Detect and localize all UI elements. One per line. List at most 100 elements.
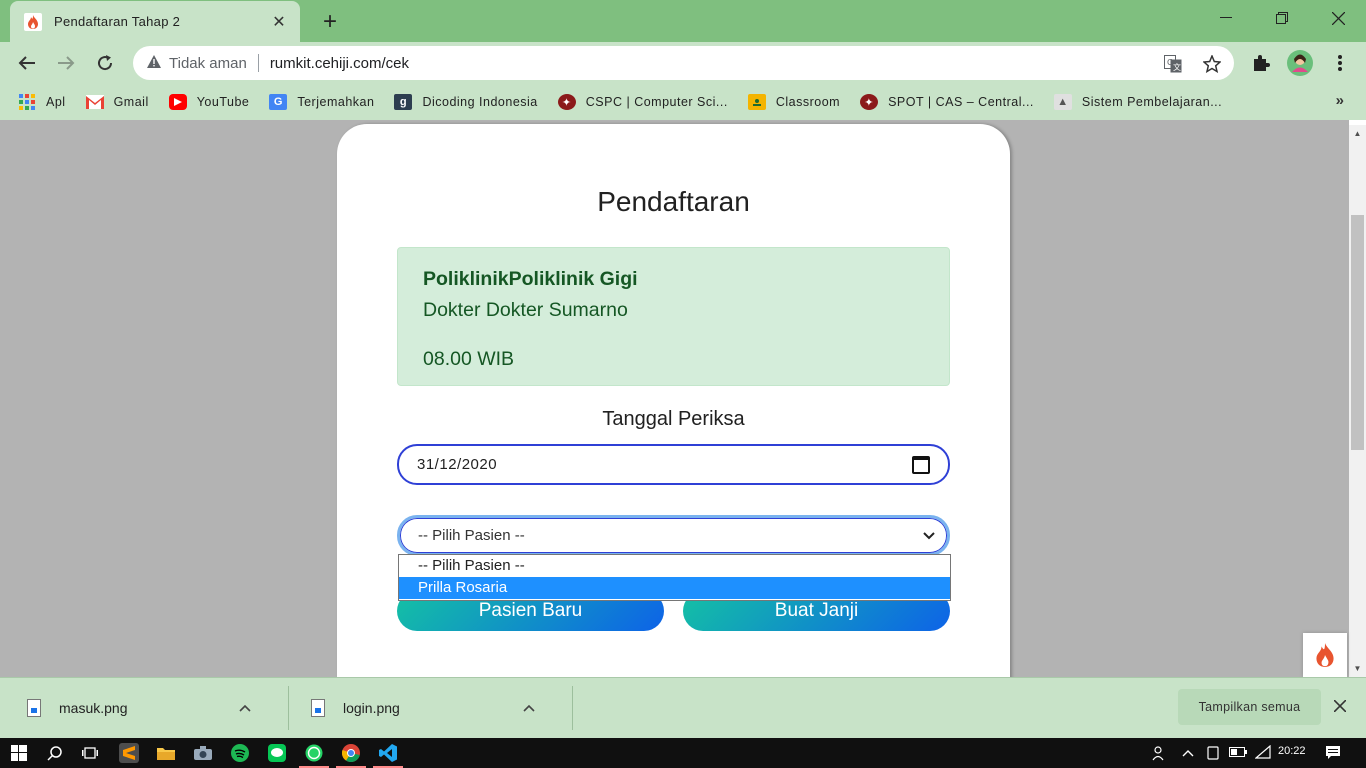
flame-favicon-icon (24, 12, 42, 31)
date-value: 31/12/2020 (417, 456, 498, 473)
chrome-icon[interactable] (341, 743, 361, 763)
taskbar-clock[interactable]: 20:22 (1278, 745, 1306, 757)
scroll-up-icon[interactable]: ▲ (1349, 125, 1366, 142)
classroom-icon (747, 94, 766, 110)
cspc-icon: ✦ (557, 94, 576, 110)
dropdown-option-highlighted[interactable]: Prilla Rosaria (399, 577, 950, 599)
whatsapp-icon[interactable] (304, 743, 324, 763)
appointment-info-box: PoliklinikPoliklinik Gigi Dokter Dokter … (397, 247, 950, 386)
reload-icon[interactable] (90, 48, 120, 78)
not-secure-label[interactable]: Tidak aman (169, 55, 247, 72)
bookmark-label: Dicoding Indonesia (422, 95, 538, 109)
chevron-down-icon (923, 529, 935, 543)
windows-taskbar: 20:22 (0, 738, 1366, 768)
bookmark-sistem[interactable]: ▲ Sistem Pembelajaran... (1053, 89, 1232, 115)
omnibox-divider (257, 54, 259, 72)
bookmark-label: Apl (46, 95, 66, 109)
sublime-text-icon[interactable] (119, 743, 139, 763)
file-explorer-icon[interactable] (156, 743, 176, 763)
bookmark-cspc[interactable]: ✦ CSPC | Computer Sci... (557, 89, 738, 115)
bookmark-apl[interactable]: Apl (18, 89, 76, 115)
address-bar[interactable]: Tidak aman rumkit.cehiji.com/cek G文 (133, 46, 1234, 80)
bookmark-youtube[interactable]: YouTube (168, 89, 260, 115)
chevron-up-icon[interactable] (239, 701, 251, 715)
patient-select[interactable]: -- Pilih Pasien -- (397, 515, 950, 556)
people-icon[interactable] (1152, 745, 1168, 764)
line-chat-icon[interactable] (267, 743, 287, 763)
tab-close-icon[interactable]: ✕ (270, 13, 288, 31)
bookmark-gmail[interactable]: Gmail (85, 89, 159, 115)
download-filename: masuk.png (59, 700, 128, 716)
close-icon[interactable] (1333, 696, 1347, 717)
exam-date-input[interactable]: 31/12/2020 (397, 444, 950, 485)
download-item[interactable]: login.png (311, 686, 535, 730)
bookmarks-overflow-icon[interactable]: » (1336, 92, 1344, 109)
extensions-puzzle-icon[interactable] (1246, 48, 1276, 78)
appointment-time: 08.00 WIB (423, 348, 515, 370)
translate-icon[interactable]: G文 (1162, 54, 1184, 74)
bookmark-label: Terjemahkan (297, 95, 375, 109)
browser-tab[interactable]: Pendaftaran Tahap 2 ✕ (10, 1, 300, 42)
calendar-icon[interactable] (912, 455, 930, 474)
image-file-icon (311, 699, 325, 717)
page-scrollbar[interactable]: ▲ ▼ (1349, 125, 1366, 677)
bookmark-spot[interactable]: ✦ SPOT | CAS – Central... (860, 89, 1044, 115)
back-arrow-icon[interactable] (12, 48, 42, 78)
bookmark-label: Gmail (113, 95, 149, 109)
download-shelf: masuk.png login.png Tampilkan semua (0, 677, 1366, 738)
flame-widget-icon[interactable] (1303, 633, 1347, 677)
show-all-downloads-button[interactable]: Tampilkan semua (1178, 689, 1321, 725)
svg-text:文: 文 (1173, 62, 1181, 72)
bookmark-classroom[interactable]: Classroom (747, 89, 850, 115)
search-icon[interactable] (45, 743, 65, 763)
new-tab-button[interactable]: + (316, 8, 344, 36)
browser-toolbar: Tidak aman rumkit.cehiji.com/cek G文 (0, 42, 1366, 84)
notification-center-icon[interactable] (1325, 745, 1341, 764)
sistem-icon: ▲ (1053, 94, 1072, 110)
scrollbar-thumb[interactable] (1351, 215, 1364, 450)
battery-icon[interactable] (1229, 745, 1247, 760)
dicoding-icon: g (394, 94, 413, 110)
dropdown-option[interactable]: -- Pilih Pasien -- (399, 555, 950, 577)
chevron-up-icon[interactable] (1182, 745, 1194, 760)
bookmark-label: Sistem Pembelajaran... (1081, 95, 1223, 109)
camera-icon[interactable] (193, 743, 213, 763)
vscode-icon[interactable] (378, 743, 398, 763)
scroll-down-icon[interactable]: ▼ (1349, 660, 1366, 677)
translate-icon: G (269, 94, 288, 110)
gmail-icon (85, 94, 104, 110)
clinic-name: PoliklinikPoliklinik Gigi (423, 268, 638, 290)
device-icon[interactable] (1206, 745, 1220, 764)
forward-arrow-icon[interactable] (51, 48, 81, 78)
windows-start-icon[interactable] (9, 743, 29, 763)
minimize-icon[interactable] (1198, 0, 1254, 36)
download-divider (572, 686, 573, 730)
tab-title: Pendaftaran Tahap 2 (54, 14, 181, 29)
date-label: Tanggal Periksa (602, 408, 745, 430)
image-file-icon (27, 699, 41, 717)
patient-select-value: -- Pilih Pasien -- (418, 527, 525, 544)
chevron-up-icon[interactable] (523, 701, 535, 715)
bookmark-label: CSPC | Computer Sci... (585, 95, 728, 109)
patient-select-dropdown: -- Pilih Pasien -- Prilla Rosaria (398, 554, 951, 601)
bookmark-label: SPOT | CAS – Central... (888, 95, 1034, 109)
spot-icon: ✦ (860, 94, 879, 110)
window-close-icon[interactable] (1310, 0, 1366, 36)
bookmark-star-icon[interactable] (1201, 54, 1223, 74)
wifi-icon[interactable] (1254, 744, 1271, 762)
restore-icon[interactable] (1254, 0, 1310, 36)
download-item[interactable]: masuk.png (27, 686, 251, 730)
bookmarks-bar: Apl Gmail YouTube G Terjemahkan g Dicodi… (0, 84, 1366, 120)
apps-grid-icon (18, 94, 36, 110)
bookmark-terjemahkan[interactable]: G Terjemahkan (269, 89, 384, 115)
spotify-icon[interactable] (230, 743, 250, 763)
doctor-name: Dokter Dokter Sumarno (423, 299, 628, 321)
warning-triangle-icon (147, 55, 161, 71)
task-view-icon[interactable] (80, 743, 100, 763)
kebab-menu-icon[interactable] (1325, 48, 1355, 78)
bookmark-dicoding[interactable]: g Dicoding Indonesia (394, 89, 547, 115)
tab-strip: Pendaftaran Tahap 2 ✕ + (0, 0, 1366, 42)
profile-avatar[interactable] (1285, 48, 1315, 78)
page-title: Pendaftaran (597, 186, 750, 217)
url-text[interactable]: rumkit.cehiji.com/cek (270, 55, 409, 72)
